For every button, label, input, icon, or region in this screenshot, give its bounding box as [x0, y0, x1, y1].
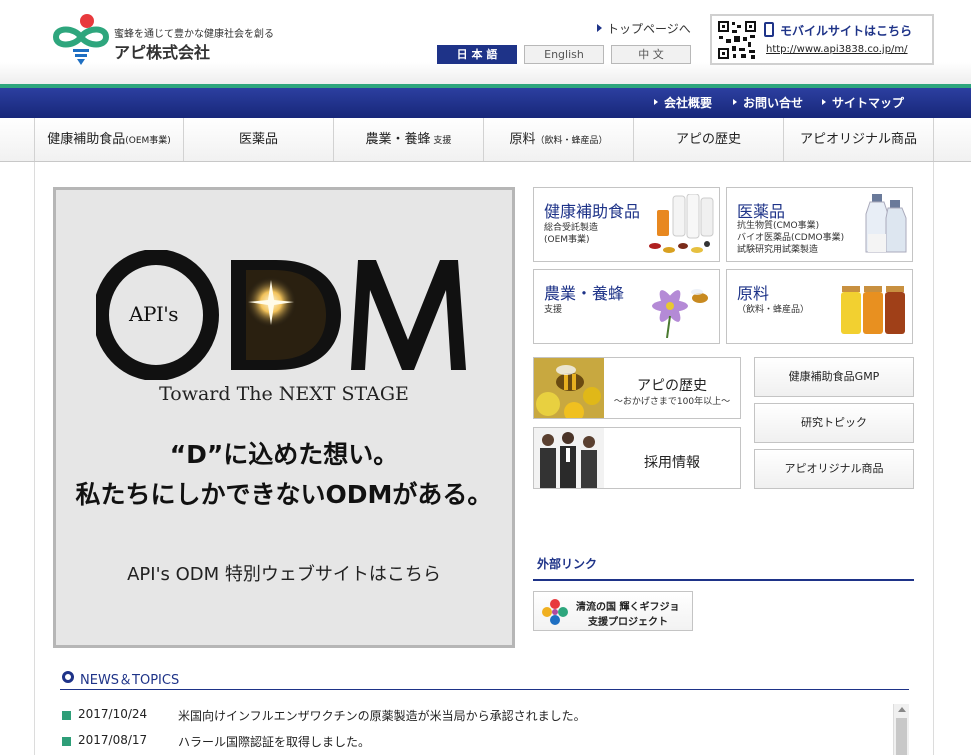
gifu-project-banner[interactable]: 清流の国 輝くギフジョ 支援プロジェクト: [533, 591, 693, 631]
nav-item-label: 農業・養蜂: [365, 132, 431, 147]
gifu-logo-icon: [542, 599, 568, 625]
arrow-icon: [654, 99, 658, 105]
nav-item-pharmaceuticals[interactable]: 医薬品: [184, 118, 334, 161]
category-desc: 支援: [544, 304, 562, 316]
jars-image: [841, 286, 905, 334]
feature-title: アピの歴史: [637, 378, 707, 394]
news-date: 2017/08/17: [78, 733, 148, 747]
sitemap-label: サイトマップ: [832, 96, 905, 110]
mobile-phone-icon: [764, 22, 774, 37]
nav-item-sub: 支援: [430, 136, 452, 146]
company-profile-label: 会社概要: [664, 96, 713, 110]
nav-item-label: 医薬品: [238, 132, 278, 147]
category-title: 農業・養蜂: [544, 284, 625, 303]
site-header: 蜜蜂を通じて豊かな健康社会を創る アピ株式会社 トップページへ 日 本 語 En…: [0, 0, 971, 84]
nav-item-sub: (OEM事業): [125, 136, 171, 146]
scroll-up-icon[interactable]: [898, 707, 906, 712]
category-agriculture[interactable]: 農業・養蜂 支援: [533, 269, 720, 344]
feature-history[interactable]: アピの歴史 ～おかげさまで100年以上～: [533, 357, 741, 419]
divider: [533, 579, 914, 581]
news-marker-icon: [62, 711, 71, 720]
news-scrollbar[interactable]: [893, 704, 909, 755]
gifu-banner-line2: 支援プロジェクト: [588, 617, 668, 628]
research-topics-button[interactable]: 研究トピック: [754, 403, 914, 443]
category-desc-line: 抗生物質(CMO事業): [737, 221, 820, 231]
news-heading: NEWS＆TOPICS: [80, 673, 180, 688]
category-desc-line: 支援: [544, 305, 563, 315]
mobile-site-box[interactable]: モバイルサイトはこちら http://www.api3838.co.jp/m/: [710, 14, 934, 65]
toppage-link[interactable]: トップページへ: [597, 20, 691, 37]
nav-item-label: 健康補助食品: [47, 132, 126, 147]
feature-title: 採用情報: [644, 455, 700, 471]
arrow-icon: [733, 99, 737, 105]
category-desc-line: 総合受託製造: [544, 223, 599, 233]
category-title: 原料: [737, 284, 770, 303]
odm-site-link[interactable]: API's ODM 特別ウェブサイトはこちら: [56, 560, 512, 586]
language-chinese-button[interactable]: 中 文: [611, 45, 691, 64]
supplements-image: [649, 194, 714, 253]
nav-item-label: アピオリジナル商品: [799, 132, 917, 147]
odm-api-label: API's: [129, 302, 179, 326]
company-profile-link[interactable]: 会社概要: [654, 94, 712, 111]
vials-image: [865, 194, 907, 253]
nav-item-label: 原料: [509, 132, 536, 147]
news-date: 2017/10/24: [78, 707, 148, 721]
global-nav: 健康補助食品(OEM事業) 医薬品 農業・養蜂 支援 原料（飲料・蜂産品） アピ…: [0, 118, 971, 162]
category-desc: 抗生物質(CMO事業) バイオ医薬品(CDMO事業) 試験研究用試薬製造: [737, 220, 844, 256]
news-marker-icon: [62, 737, 71, 746]
nav-item-label: アピの歴史: [675, 132, 741, 147]
utility-nav: 会社概要 お問い合せ サイトマップ: [0, 88, 971, 118]
category-desc-line: （飲料・蜂産品）: [737, 305, 810, 315]
divider: [60, 689, 909, 690]
language-japanese-button[interactable]: 日 本 語: [437, 45, 517, 64]
nav-item-supplements[interactable]: 健康補助食品(OEM事業): [34, 118, 184, 161]
api-logo[interactable]: [50, 12, 112, 66]
nav-item-history[interactable]: アピの歴史: [634, 118, 784, 161]
category-pharmaceuticals[interactable]: 医薬品 抗生物質(CMO事業) バイオ医薬品(CDMO事業) 試験研究用試薬製造: [726, 187, 913, 262]
external-links-heading: 外部リンク: [537, 557, 598, 571]
odm-message-line1: “D”に込めた想い。: [169, 440, 399, 469]
news-title[interactable]: 米国向けインフルエンザワクチンの原薬製造が米当局から承認されました。: [178, 707, 586, 724]
nav-item-agriculture[interactable]: 農業・養蜂 支援: [334, 118, 484, 161]
arrow-icon: [822, 99, 826, 105]
contact-link[interactable]: お問い合せ: [733, 94, 803, 111]
arrow-icon: [597, 24, 602, 32]
language-english-button[interactable]: English: [524, 45, 604, 64]
nav-item-original-products[interactable]: アピオリジナル商品: [784, 118, 934, 161]
gmp-button[interactable]: 健康補助食品GMP: [754, 357, 914, 397]
category-desc: 総合受託製造 (OEM事業): [544, 222, 598, 246]
news-bullet-icon: [62, 671, 74, 683]
nav-item-sub: （飲料・蜂産品）: [535, 136, 608, 146]
gifu-banner-line1: 清流の国 輝くギフジョ: [576, 602, 680, 613]
odm-tagline: Toward The NEXT STAGE: [159, 383, 409, 405]
original-products-button[interactable]: アピオリジナル商品: [754, 449, 914, 489]
mobile-site-url[interactable]: http://www.api3838.co.jp/m/: [766, 44, 908, 55]
feature-subtitle: ～おかげさまで100年以上～: [613, 397, 731, 407]
toppage-link-label: トップページへ: [607, 22, 691, 36]
category-supplements[interactable]: 健康補助食品 総合受託製造 (OEM事業): [533, 187, 720, 262]
feature-recruit[interactable]: 採用情報: [533, 427, 741, 489]
qr-code-icon: [717, 20, 757, 60]
category-title: 健康補助食品: [544, 202, 641, 221]
odm-banner[interactable]: API's Toward The NEXT STAGE “D”に込めた想い。 私…: [53, 187, 515, 648]
nav-item-raw-materials[interactable]: 原料（飲料・蜂産品）: [484, 118, 634, 161]
company-tagline: 蜜蜂を通じて豊かな健康社会を創る: [114, 29, 274, 40]
category-desc-line: (OEM事業): [544, 235, 590, 245]
mobile-site-title: モバイルサイトはこちら: [780, 24, 913, 38]
contact-label: お問い合せ: [743, 96, 804, 110]
flower-bee-image: [652, 289, 708, 338]
news-title[interactable]: ハラール国際認証を取得しました。: [178, 733, 370, 750]
bee-image: [534, 358, 604, 418]
category-raw-materials[interactable]: 原料 （飲料・蜂産品）: [726, 269, 913, 344]
scrollbar-thumb[interactable]: [896, 718, 907, 755]
odm-message-line2: 私たちにしかできないODMがある。: [75, 480, 493, 509]
company-name: アピ株式会社: [114, 43, 211, 62]
category-desc: （飲料・蜂産品）: [737, 304, 809, 316]
people-image: [534, 428, 604, 488]
category-title: 医薬品: [737, 202, 786, 221]
category-desc-line: 試験研究用試薬製造: [737, 245, 819, 255]
sitemap-link[interactable]: サイトマップ: [822, 94, 904, 111]
category-desc-line: バイオ医薬品(CDMO事業): [737, 233, 845, 243]
